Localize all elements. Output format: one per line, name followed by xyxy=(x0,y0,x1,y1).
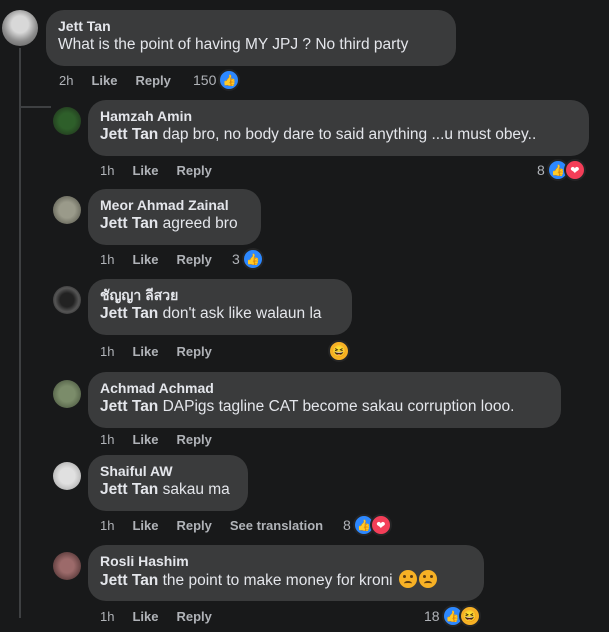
timestamp[interactable]: 1h xyxy=(100,518,114,533)
reply-button[interactable]: Reply xyxy=(176,432,211,447)
avatar[interactable] xyxy=(53,286,81,314)
reply-button[interactable]: Reply xyxy=(176,609,211,624)
comment-body: the point to make money for kroni xyxy=(162,572,393,589)
like-button[interactable]: Like xyxy=(132,163,158,178)
timestamp[interactable]: 1h xyxy=(100,252,114,267)
reaction-count: 150 xyxy=(193,72,217,88)
comment-bubble: Jett Tan What is the point of having MY … xyxy=(46,10,456,66)
comment-bubble: Meor Ahmad Zainal Jett Tan agreed bro xyxy=(88,189,261,245)
comment-text: Jett Tan DAPigs tagline CAT become sakau… xyxy=(100,397,549,417)
comment-bubble: ชัญญา ลีสวย Jett Tan don't ask like wala… xyxy=(88,279,352,335)
tired-face-emoji-icon xyxy=(418,570,437,588)
comment-author[interactable]: ชัญญา ลีสวย xyxy=(100,286,340,304)
mention-tag[interactable]: Jett Tan xyxy=(100,572,158,589)
timestamp[interactable]: 1h xyxy=(100,432,114,447)
see-translation-link[interactable]: See translation xyxy=(230,518,323,533)
reaction-summary[interactable]: 😆 xyxy=(328,340,350,362)
comment-text: What is the point of having MY JPJ ? No … xyxy=(58,36,409,53)
haha-reaction-icon: 😆 xyxy=(458,605,481,627)
comment-text: Jett Tan dap bro, no body dare to said a… xyxy=(100,125,577,145)
comment-actions: 1h Like Reply xyxy=(100,609,230,625)
comment-text: Jett Tan sakau ma xyxy=(100,480,236,500)
reaction-summary[interactable]: 3 👍 xyxy=(232,248,264,270)
comment-actions: 1h Like Reply xyxy=(100,252,230,268)
comment-author[interactable]: Shaiful AW xyxy=(100,462,236,480)
comment-actions: 1h Like Reply See translation xyxy=(100,518,341,534)
avatar[interactable] xyxy=(53,196,81,224)
mention-tag[interactable]: Jett Tan xyxy=(100,305,158,322)
like-button[interactable]: Like xyxy=(91,73,117,88)
reply-button[interactable]: Reply xyxy=(176,518,211,533)
comment-actions: 1h Like Reply xyxy=(100,163,230,179)
timestamp[interactable]: 2h xyxy=(59,73,73,88)
comment-author[interactable]: Hamzah Amin xyxy=(100,107,577,125)
reaction-summary[interactable]: 150 👍 xyxy=(193,69,241,91)
like-button[interactable]: Like xyxy=(132,344,158,359)
comment-author[interactable]: Achmad Achmad xyxy=(100,379,549,397)
love-reaction-icon: ❤ xyxy=(563,159,586,181)
comment-text: Jett Tan don't ask like walaun la xyxy=(100,304,340,324)
comment-text: Jett Tan agreed bro xyxy=(100,214,249,234)
comment-body: agreed bro xyxy=(162,215,238,232)
comment-actions: 2h Like Reply xyxy=(59,73,189,89)
reaction-count: 3 xyxy=(232,251,240,267)
haha-reaction-icon: 😆 xyxy=(328,340,350,362)
thread-line xyxy=(19,48,21,618)
like-button[interactable]: Like xyxy=(132,518,158,533)
comment-body: DAPigs tagline CAT become sakau corrupti… xyxy=(162,398,515,415)
comment-text: Jett Tan the point to make money for kro… xyxy=(100,570,472,591)
reaction-count: 8 xyxy=(343,517,351,533)
mention-tag[interactable]: Jett Tan xyxy=(100,126,158,143)
like-reaction-icon: 👍 xyxy=(241,248,264,270)
love-reaction-icon: ❤ xyxy=(369,514,392,536)
avatar[interactable] xyxy=(2,10,38,46)
comment-author[interactable]: Jett Tan xyxy=(58,17,444,35)
mention-tag[interactable]: Jett Tan xyxy=(100,398,158,415)
avatar[interactable] xyxy=(53,552,81,580)
avatar[interactable] xyxy=(53,107,81,135)
mention-tag[interactable]: Jett Tan xyxy=(100,215,158,232)
reply-button[interactable]: Reply xyxy=(176,252,211,267)
reaction-summary[interactable]: 8 👍 ❤ xyxy=(537,159,586,181)
mention-tag[interactable]: Jett Tan xyxy=(100,481,158,498)
comment-actions: 1h Like Reply xyxy=(100,432,230,448)
comment-actions: 1h Like Reply xyxy=(100,344,230,360)
reply-button[interactable]: Reply xyxy=(176,163,211,178)
like-button[interactable]: Like xyxy=(132,252,158,267)
reply-connector xyxy=(19,106,51,108)
timestamp[interactable]: 1h xyxy=(100,609,114,624)
comment-bubble: Hamzah Amin Jett Tan dap bro, no body da… xyxy=(88,100,589,156)
comment-author[interactable]: Meor Ahmad Zainal xyxy=(100,196,249,214)
comment-bubble: Achmad Achmad Jett Tan DAPigs tagline CA… xyxy=(88,372,561,428)
like-reaction-icon: 👍 xyxy=(218,69,241,91)
timestamp[interactable]: 1h xyxy=(100,344,114,359)
like-button[interactable]: Like xyxy=(132,609,158,624)
comment-body: dap bro, no body dare to said anything .… xyxy=(162,126,537,143)
reply-button[interactable]: Reply xyxy=(176,344,211,359)
reaction-summary[interactable]: 18 👍 😆 xyxy=(424,605,481,627)
comment-bubble: Shaiful AW Jett Tan sakau ma xyxy=(88,455,248,511)
like-button[interactable]: Like xyxy=(132,432,158,447)
reaction-summary[interactable]: 8 👍 ❤ xyxy=(343,514,392,536)
timestamp[interactable]: 1h xyxy=(100,163,114,178)
comment-body: sakau ma xyxy=(162,481,230,498)
comment-bubble: Rosli Hashim Jett Tan the point to make … xyxy=(88,545,484,601)
comment-author[interactable]: Rosli Hashim xyxy=(100,552,472,570)
comment-body: don't ask like walaun la xyxy=(162,305,322,322)
reaction-count: 18 xyxy=(424,608,440,624)
reaction-count: 8 xyxy=(537,162,545,178)
reply-button[interactable]: Reply xyxy=(135,73,170,88)
avatar[interactable] xyxy=(53,380,81,408)
tired-face-emoji-icon xyxy=(398,570,417,588)
avatar[interactable] xyxy=(53,462,81,490)
